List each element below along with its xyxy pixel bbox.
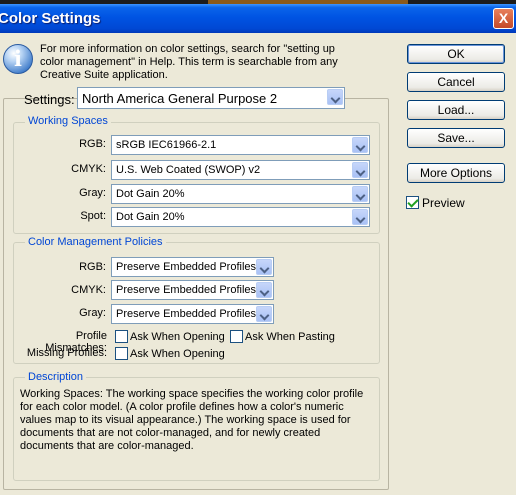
- ws-spot-label: Spot:: [80, 210, 106, 222]
- ws-cmyk-value: U.S. Web Coated (SWOP) v2: [116, 164, 261, 176]
- policy-gray-label: Gray:: [79, 307, 106, 319]
- description-title: Description: [25, 371, 87, 383]
- ws-cmyk-label: CMYK:: [71, 163, 106, 175]
- info-text: For more information on color settings, …: [40, 43, 338, 81]
- ask-when-pasting-label[interactable]: Ask When Pasting: [245, 331, 335, 343]
- chevron-down-icon[interactable]: [352, 186, 368, 202]
- ws-gray-dropdown[interactable]: Dot Gain 20%: [111, 184, 370, 204]
- policy-gray-dropdown[interactable]: Preserve Embedded Profiles: [111, 304, 274, 324]
- ask-when-opening-mismatch-checkbox[interactable]: [115, 330, 128, 343]
- ws-rgb-dropdown[interactable]: sRGB IEC61966-2.1: [111, 135, 370, 155]
- settings-value: North America General Purpose 2: [82, 90, 278, 106]
- window-title: Color Settings: [0, 10, 101, 27]
- chevron-down-icon[interactable]: [256, 306, 272, 322]
- chevron-down-icon[interactable]: [256, 259, 272, 275]
- ws-rgb-value: sRGB IEC61966-2.1: [116, 139, 217, 151]
- ws-gray-value: Dot Gain 20%: [116, 188, 185, 200]
- title-bar[interactable]: Color Settings X: [0, 4, 516, 33]
- policy-gray-value: Preserve Embedded Profiles: [116, 308, 257, 320]
- load-button[interactable]: Load...: [407, 100, 505, 120]
- ask-when-opening-missing-label[interactable]: Ask When Opening: [130, 348, 225, 360]
- chevron-down-icon[interactable]: [352, 209, 368, 225]
- ask-when-opening-missing-checkbox[interactable]: [115, 347, 128, 360]
- ok-button[interactable]: OK: [407, 44, 505, 64]
- cancel-button[interactable]: Cancel: [407, 72, 505, 92]
- policies-title: Color Management Policies: [25, 236, 166, 248]
- chevron-down-icon[interactable]: [256, 282, 272, 298]
- preview-checkbox[interactable]: [406, 196, 419, 209]
- save-button[interactable]: Save...: [407, 128, 505, 148]
- ws-cmyk-dropdown[interactable]: U.S. Web Coated (SWOP) v2: [111, 160, 370, 180]
- close-button[interactable]: X: [493, 8, 514, 29]
- info-icon: i: [3, 44, 33, 74]
- ws-spot-dropdown[interactable]: Dot Gain 20%: [111, 207, 370, 227]
- ws-rgb-label: RGB:: [79, 138, 106, 150]
- policy-rgb-label: RGB:: [79, 261, 106, 273]
- settings-label: Settings:: [24, 92, 75, 107]
- preview-label[interactable]: Preview: [422, 196, 465, 210]
- ws-gray-label: Gray:: [79, 187, 106, 199]
- settings-dropdown[interactable]: North America General Purpose 2: [77, 87, 345, 109]
- policy-cmyk-label: CMYK:: [71, 284, 106, 296]
- ask-when-pasting-checkbox[interactable]: [230, 330, 243, 343]
- working-spaces-title: Working Spaces: [25, 115, 111, 127]
- missing-profiles-label: Missing Profiles:: [26, 347, 107, 359]
- policy-rgb-dropdown[interactable]: Preserve Embedded Profiles: [111, 257, 274, 277]
- chevron-down-icon[interactable]: [352, 162, 368, 178]
- description-text: Working Spaces: The working space specif…: [20, 388, 364, 452]
- chevron-down-icon[interactable]: [352, 137, 368, 153]
- ask-when-opening-mismatch-label[interactable]: Ask When Opening: [130, 331, 225, 343]
- policy-rgb-value: Preserve Embedded Profiles: [116, 261, 257, 273]
- policy-cmyk-dropdown[interactable]: Preserve Embedded Profiles: [111, 280, 274, 300]
- policy-cmyk-value: Preserve Embedded Profiles: [116, 284, 257, 296]
- ws-spot-value: Dot Gain 20%: [116, 211, 185, 223]
- more-options-button[interactable]: More Options: [407, 163, 505, 183]
- chevron-down-icon[interactable]: [327, 89, 343, 105]
